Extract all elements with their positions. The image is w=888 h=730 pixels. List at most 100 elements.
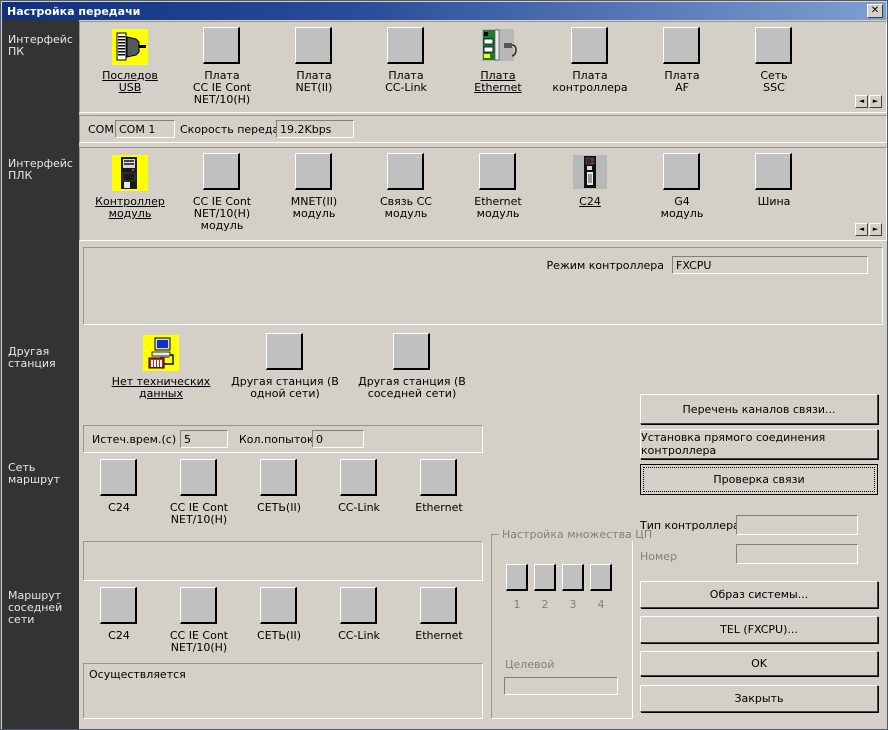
system-image-button[interactable]: Образ системы... (640, 581, 878, 608)
blank-plate-icon (570, 27, 610, 67)
device-label: Плата NET(II) (295, 69, 333, 94)
channel-list-label: Перечень каналов связи... (682, 402, 836, 416)
scroll-left-icon[interactable]: ◄ (855, 223, 868, 236)
device-label: Последов USB (102, 69, 158, 94)
scroll-right-icon[interactable]: ► (869, 223, 882, 236)
device-pc-board-cclink[interactable]: Плата CC-Link (360, 27, 452, 94)
route-device-ethernet[interactable]: Ethernet (399, 459, 479, 514)
coexist-device-c24[interactable]: C24 (79, 587, 159, 642)
device-plc-cpu-module[interactable]: Контроллер модуль (84, 153, 176, 220)
device-pc-net-ssc[interactable]: Сеть SSC (728, 27, 820, 94)
retry-field[interactable]: 0 (312, 430, 364, 448)
device-label: Плата Ethernet (474, 69, 522, 94)
plc-interface-scroll[interactable]: ◄ ► (855, 223, 882, 236)
direct-connect-button[interactable]: Установка прямого соединения контроллера (640, 429, 878, 459)
coexist-device-netii[interactable]: СЕТЬ(II) (239, 587, 319, 642)
network-route-row: C24 CC IE Cont NET/10(H) СЕТЬ(II) CC-Lin… (79, 459, 499, 529)
com-port-field[interactable]: COM 1 (115, 120, 175, 138)
device-pc-board-netii[interactable]: Плата NET(II) (268, 27, 360, 94)
status-text: Осуществляется (89, 668, 186, 681)
tel-button[interactable]: TEL (FXCPU)... (640, 616, 878, 643)
device-other-station-coexist-net[interactable]: Другая станция (В соседней сети) (349, 333, 475, 400)
scroll-left-icon[interactable]: ◄ (855, 95, 868, 108)
transfer-speed-field[interactable]: 19.2Kbps (276, 120, 354, 138)
close-icon[interactable]: ✕ (867, 4, 883, 18)
device-label: Сеть SSC (760, 69, 788, 94)
multi-cpu-groupbox: Настройка множества ЦП 1 2 3 4 Целевой (491, 528, 656, 719)
blank-plate-icon (339, 587, 379, 627)
device-label: Плата CC IE Cont NET/10(H) (192, 69, 252, 106)
cpu-slot-3-label: 3 (569, 598, 577, 611)
device-plc-g4-module[interactable]: G4 модуль (636, 153, 728, 220)
coexist-device-ethernet[interactable]: Ethernet (399, 587, 479, 642)
multi-cpu-target-field[interactable] (504, 677, 618, 695)
device-plc-mnetii-module[interactable]: MNET(II) модуль (268, 153, 360, 220)
device-plc-bus[interactable]: Шина (728, 153, 820, 208)
blank-plate-icon (294, 27, 334, 67)
route-device-cc-ie-cont[interactable]: CC IE Cont NET/10(H) (159, 459, 239, 526)
plc-interface-panel: Контроллер модуль CC IE Cont NET/10(H) м… (79, 147, 887, 241)
device-label: C24 (108, 629, 130, 642)
device-label: CC-Link (338, 501, 380, 514)
device-no-specification[interactable]: Нет технических данных (101, 333, 221, 400)
system-image-label: Образ системы... (709, 588, 809, 601)
device-label: CC IE Cont NET/10(H) модуль (192, 195, 252, 232)
retry-label: Кол.попыток (239, 433, 314, 446)
device-pc-board-cc-ie-cont[interactable]: Плата CC IE Cont NET/10(H) (176, 27, 268, 106)
route-device-cc-link[interactable]: CC-Link (319, 459, 399, 514)
sidebar-item-plc-interface: Интерфейс ПЛК (8, 157, 73, 182)
network-route-detail-panel (83, 541, 483, 581)
device-label: G4 модуль (660, 195, 704, 220)
blank-plate-icon (259, 459, 299, 499)
cpu-slot-2[interactable] (534, 564, 556, 591)
cpu-mode-field[interactable]: FXCPU (672, 256, 868, 274)
device-pc-board-controller[interactable]: Плата контроллера (544, 27, 636, 94)
device-other-station-same-net[interactable]: Другая станция (В одной сети) (224, 333, 346, 400)
multi-cpu-legend: Настройка множества ЦП (499, 528, 656, 541)
timeout-label: Истеч.врем.(с) (92, 433, 177, 446)
device-plc-cc-link-module[interactable]: Связь СС модуль (360, 153, 452, 220)
device-label: Шина (757, 195, 791, 208)
scroll-right-icon[interactable]: ► (869, 95, 882, 108)
title-bar: Настройка передачи ✕ (2, 2, 886, 20)
com-port-label: COM (88, 123, 114, 136)
connection-test-button[interactable]: Проверка связи (640, 464, 878, 495)
blank-plate-icon (419, 459, 459, 499)
section-sidebar: Интерфейс ПК Интерфейс ПЛК Другая станци… (2, 20, 79, 729)
device-pc-board-ethernet[interactable]: Плата Ethernet (452, 27, 544, 94)
pc-interface-scroll[interactable]: ◄ ► (855, 95, 882, 108)
route-device-c24[interactable]: C24 (79, 459, 159, 514)
cpu-slot-4[interactable] (590, 564, 612, 591)
blank-plate-icon (662, 27, 702, 67)
device-plc-c24[interactable]: C24 (544, 153, 636, 208)
device-label: Ethernet (415, 629, 463, 642)
timeout-retry-panel: Истеч.врем.(с) 5 Кол.попыток 0 (83, 425, 483, 453)
channel-list-button[interactable]: Перечень каналов связи... (640, 394, 878, 424)
device-pc-serial-usb[interactable]: Последов USB (84, 27, 176, 94)
blank-plate-icon (754, 153, 794, 193)
blank-plate-icon (179, 459, 219, 499)
coexist-device-cc-link[interactable]: CC-Link (319, 587, 399, 642)
device-label: C24 (108, 501, 130, 514)
device-label: Связь СС модуль (380, 195, 432, 220)
device-pc-board-af[interactable]: Плата AF (636, 27, 728, 94)
cpu-slot-3[interactable] (562, 564, 584, 591)
coexist-device-cc-ie-cont[interactable]: CC IE Cont NET/10(H) (159, 587, 239, 654)
serial-settings-panel: COM COM 1 Скорость передачи 19.2Kbps (79, 115, 887, 143)
coexist-route-row: C24 CC IE Cont NET/10(H) СЕТЬ(II) CC-Lin… (79, 587, 499, 657)
cpu-slot-1[interactable] (506, 564, 528, 591)
ok-button[interactable]: OK (640, 651, 878, 676)
blank-plate-icon (419, 587, 459, 627)
cpu-mode-label: Режим контроллера (546, 259, 665, 272)
blank-plate-icon (265, 333, 305, 373)
plc-type-label: Тип контроллера (640, 519, 740, 532)
blank-plate-icon (99, 587, 139, 627)
route-device-netii[interactable]: СЕТЬ(II) (239, 459, 319, 514)
blank-plate-icon (339, 459, 379, 499)
device-plc-cc-ie-cont-module[interactable]: CC IE Cont NET/10(H) модуль (176, 153, 268, 232)
close-button[interactable]: Закрыть (640, 685, 878, 712)
cpu-slot-2-label: 2 (541, 598, 549, 611)
timeout-field[interactable]: 5 (180, 430, 228, 448)
device-label: Другая станция (В соседней сети) (358, 375, 466, 400)
device-plc-ethernet-module[interactable]: Ethernet модуль (452, 153, 544, 220)
